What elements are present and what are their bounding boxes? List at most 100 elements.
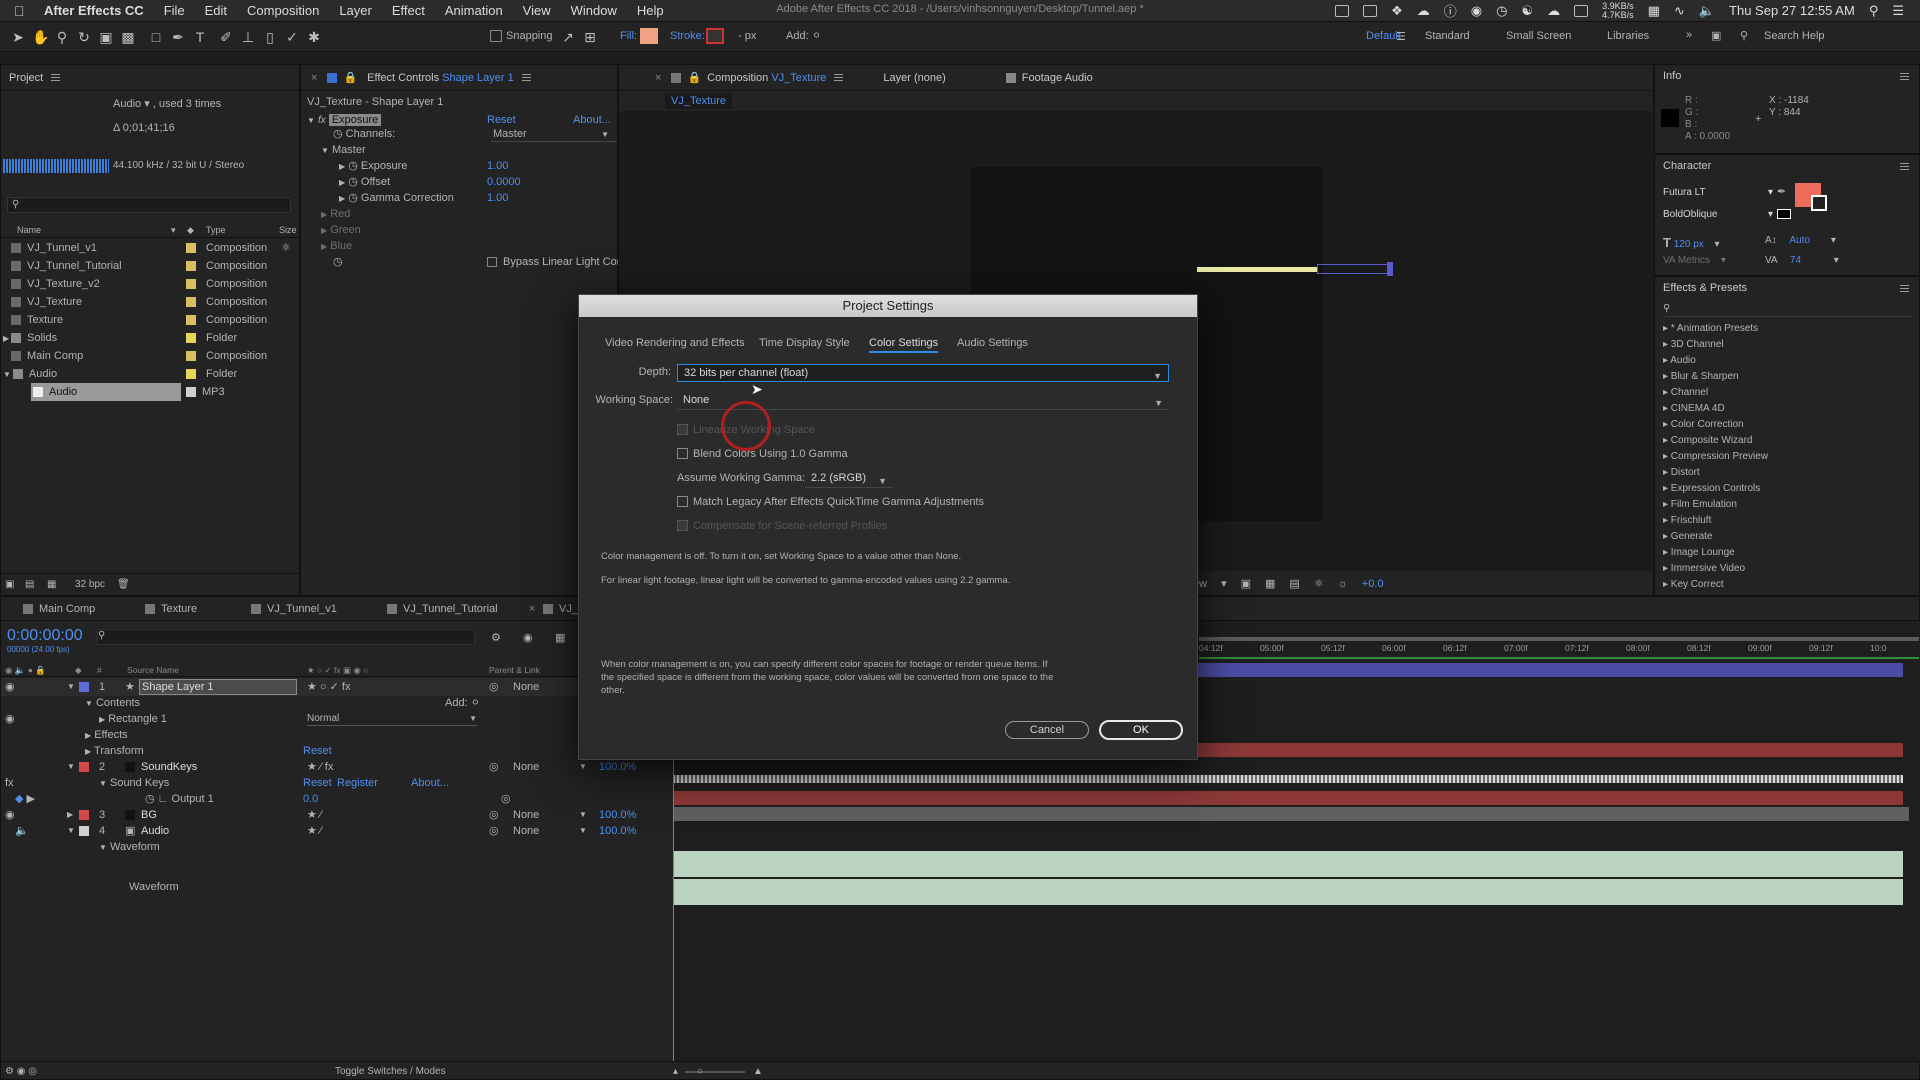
collapse-icon[interactable]: ▼ xyxy=(99,843,107,852)
exposure-value[interactable]: +0.0 xyxy=(1362,573,1384,595)
close-icon[interactable]: × xyxy=(529,597,535,621)
time-ruler[interactable]: 04:12f 05:00f 05:12f 06:00f 06:12f 07:00f 07:1… xyxy=(1199,641,1919,657)
timeline-search-input[interactable]: ⚲ xyxy=(97,629,475,645)
views-layout-icon[interactable]: ▣ xyxy=(1241,573,1251,595)
zoom-out-icon[interactable]: ▴ xyxy=(673,1062,678,1080)
chevron-down-icon[interactable]: ▾ xyxy=(1721,255,1726,266)
keyframe-strip[interactable] xyxy=(673,775,1903,783)
collapse-icon[interactable]: ▼ xyxy=(3,370,11,379)
match-legacy-checkbox[interactable]: Match Legacy After Effects QuickTime Gam… xyxy=(677,496,984,508)
info-title[interactable]: Info xyxy=(1663,70,1681,82)
chevron-down-icon[interactable]: ▼ xyxy=(579,758,587,776)
expand-icon[interactable]: ▶ xyxy=(85,731,91,740)
master-group[interactable]: Master xyxy=(332,144,366,156)
effects-category[interactable]: ▸ Compression Preview xyxy=(1663,449,1768,465)
stopwatch-icon[interactable]: ◷ xyxy=(333,253,343,271)
audio-icon[interactable]: 🔈 xyxy=(15,822,29,840)
chevron-down-icon[interactable]: ▾ xyxy=(1831,235,1836,246)
green-group[interactable]: Green xyxy=(330,224,361,236)
blend-gamma-checkbox[interactable]: Blend Colors Using 1.0 Gamma xyxy=(677,448,848,460)
tab-color-settings[interactable]: Color Settings xyxy=(869,337,939,353)
expand-icon[interactable]: ▶ xyxy=(321,226,327,235)
effects-category[interactable]: ▸ Immersive Video xyxy=(1663,561,1768,577)
play-icon[interactable]: ▶ xyxy=(27,793,35,805)
project-item[interactable]: VJ_Tunnel_Tutorial Composition xyxy=(11,257,267,275)
new-comp-icon[interactable]: ▦ xyxy=(47,574,56,596)
chevron-down-icon[interactable]: ▾ xyxy=(1715,239,1720,250)
panel-lock-icon[interactable] xyxy=(327,72,338,83)
tab-audio-settings[interactable]: Audio Settings xyxy=(957,337,1028,349)
flowchart-icon[interactable]: ⚛ xyxy=(281,239,291,257)
contents-group[interactable]: Contents xyxy=(96,697,140,709)
zoom-slider[interactable] xyxy=(685,1071,745,1073)
sort-icon[interactable]: ▾ xyxy=(171,222,176,238)
project-item[interactable]: ▼ Audio Folder xyxy=(3,365,237,383)
comp-settings-icons[interactable]: ⚙ ◉ ◎ xyxy=(5,1062,37,1080)
graph-editor-icon[interactable]: ▦ xyxy=(555,631,565,644)
effects-category[interactable]: ▸ Composite Wizard xyxy=(1663,433,1768,449)
label-col-icon[interactable]: ◆ xyxy=(187,222,194,238)
toggle-switches-modes[interactable]: Toggle Switches / Modes xyxy=(335,1062,446,1080)
blue-group[interactable]: Blue xyxy=(330,240,352,252)
col-size[interactable]: Size xyxy=(279,222,297,238)
close-icon[interactable]: × xyxy=(311,72,317,84)
clone-tool-icon[interactable]: ⊥ xyxy=(240,29,256,45)
workspace-menu-icon[interactable]: ☰ xyxy=(1396,30,1406,43)
panel-menu-icon[interactable] xyxy=(834,74,844,81)
stretch-value[interactable]: 100.0% xyxy=(599,758,636,776)
stroke-width[interactable]: - px xyxy=(738,30,756,42)
visibility-icon[interactable]: ◉ xyxy=(5,678,15,696)
zoom-tool-icon[interactable]: ⚲ xyxy=(54,29,70,45)
stopwatch-icon[interactable]: ◷ xyxy=(348,192,358,204)
graph-icon[interactable]: ∟ xyxy=(158,793,169,805)
stopwatch-icon[interactable]: ◷ xyxy=(333,128,343,140)
project-item[interactable]: Main Comp Composition xyxy=(11,347,267,365)
layer-tab[interactable]: Layer (none) xyxy=(883,72,945,84)
bypass-checkbox[interactable] xyxy=(487,257,497,268)
effects-category[interactable]: ▸ Expression Controls xyxy=(1663,481,1768,497)
pickwhip-icon[interactable]: ◎ xyxy=(489,758,499,776)
effects-category[interactable]: ▸ Image Lounge xyxy=(1663,545,1768,561)
close-icon[interactable]: × xyxy=(655,72,661,84)
fx-icon[interactable]: fx xyxy=(318,115,326,126)
timeline-tab-vj-tunnel-tutorial[interactable]: VJ_Tunnel_Tutorial xyxy=(387,597,498,621)
expand-icon[interactable]: ▶ xyxy=(99,715,105,724)
panel-menu-icon[interactable] xyxy=(1900,72,1909,80)
toggle-pixel-icon[interactable]: ▦ xyxy=(1265,573,1275,595)
workspace-libraries[interactable]: Libraries xyxy=(1607,30,1649,42)
selection-tool-icon[interactable]: ➤ xyxy=(10,29,26,45)
zoom-slider-handle[interactable]: ○ xyxy=(697,1062,703,1080)
stopwatch-icon[interactable]: ◷ xyxy=(348,160,358,172)
new-folder-icon[interactable]: ▤ xyxy=(25,574,34,596)
col-name[interactable]: Name xyxy=(17,222,41,238)
trash-icon[interactable]: 🗑 xyxy=(117,574,130,596)
effects-category[interactable]: ▸ Key Correct xyxy=(1663,577,1768,593)
collapse-icon[interactable]: ▼ xyxy=(67,822,75,840)
effects-category[interactable]: ▸ * Animation Presets xyxy=(1663,321,1768,337)
pickwhip-icon[interactable]: ◎ xyxy=(489,822,499,840)
working-gamma-select[interactable]: 2.2 (sRGB) ▼ xyxy=(805,470,893,488)
stopwatch-icon[interactable]: ◷ xyxy=(145,793,155,805)
comp-breadcrumb[interactable]: VJ_Texture xyxy=(665,93,733,109)
effects-category[interactable]: ▸ Film Emulation xyxy=(1663,497,1768,513)
project-item[interactable]: VJ_Texture_v2 Composition xyxy=(11,275,267,293)
tab-video-rendering[interactable]: Video Rendering and Effects xyxy=(605,337,745,349)
layer-bar-audio[interactable] xyxy=(673,807,1909,821)
character-title[interactable]: Character xyxy=(1663,160,1711,172)
cancel-button[interactable]: Cancel xyxy=(1005,721,1089,739)
stretch-value[interactable]: 100.0% xyxy=(599,822,636,840)
panel-menu-icon[interactable] xyxy=(1900,284,1909,292)
parent-select[interactable]: None xyxy=(513,678,539,696)
channels-select[interactable]: Master ▼ xyxy=(491,127,617,142)
add-icon[interactable]: ⚪ xyxy=(471,697,480,709)
hand-tool-icon[interactable]: ✋ xyxy=(32,29,49,45)
expand-icon[interactable]: ▶ xyxy=(339,178,345,187)
expand-icon[interactable]: ▶ xyxy=(3,334,9,343)
comp-flowchart-icon[interactable]: ⚙ xyxy=(491,631,501,644)
effects-category[interactable]: ▸ CINEMA 4D xyxy=(1663,401,1768,417)
font-style-select[interactable]: BoldOblique ▾ xyxy=(1663,207,1773,223)
layer-switches[interactable]: ★ ○ ✓ fx xyxy=(307,678,350,696)
camera-tool-icon[interactable]: ▣ xyxy=(98,29,114,45)
project-item-selected[interactable]: Audio xyxy=(31,383,181,401)
kerning-value[interactable]: Metrics xyxy=(1678,255,1710,266)
